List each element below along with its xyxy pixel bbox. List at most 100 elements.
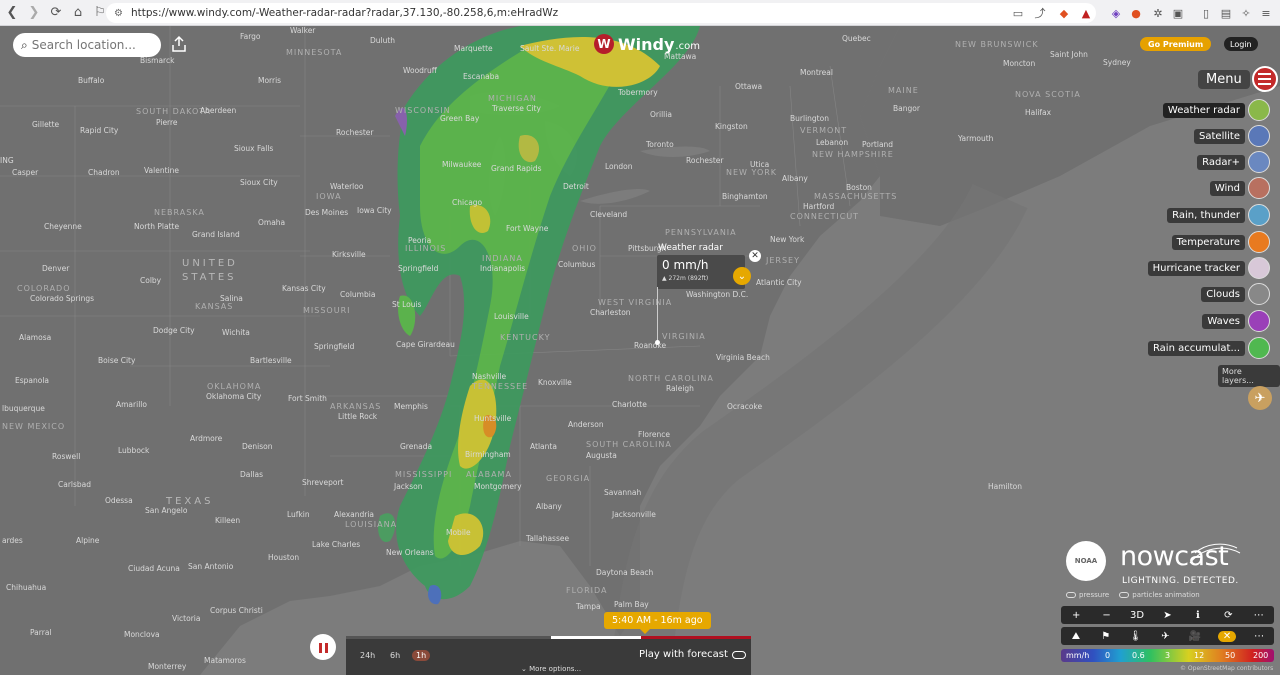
info-icon[interactable]: ℹ bbox=[1191, 610, 1205, 621]
legend-value: 50 bbox=[1225, 651, 1236, 660]
legend-value: 0 bbox=[1105, 651, 1111, 660]
particles-toggle[interactable]: particles animation bbox=[1119, 591, 1200, 599]
locate-icon[interactable]: ➤ bbox=[1160, 610, 1174, 621]
thermometer-icon[interactable]: 🌡 bbox=[1128, 631, 1142, 642]
screenshot-icon[interactable]: ▣ bbox=[1170, 5, 1186, 21]
layer-clouds[interactable]: Clouds bbox=[1201, 283, 1270, 305]
range-1h-button[interactable]: 1h bbox=[412, 650, 431, 661]
url-text[interactable]: https://www.windy.com/-Weather-radar-rad… bbox=[131, 7, 558, 19]
zoom-out-button[interactable]: − bbox=[1100, 610, 1114, 621]
more-options-button[interactable]: ⌄ More options... bbox=[521, 665, 581, 673]
back-icon[interactable]: ❮ bbox=[2, 3, 22, 23]
3d-button[interactable]: 3D bbox=[1130, 610, 1144, 621]
range-6h-button[interactable]: 6h bbox=[386, 650, 404, 661]
menu-label: Menu bbox=[1198, 69, 1250, 89]
layer-satellite[interactable]: Satellite bbox=[1194, 125, 1270, 147]
popup-elevation: ▲ 272m (892ft) bbox=[662, 275, 709, 282]
radar-icon bbox=[1248, 99, 1270, 121]
search-box[interactable]: ⌕ bbox=[13, 33, 161, 57]
play-with-forecast-toggle[interactable]: Play with forecast bbox=[639, 649, 746, 660]
home-icon[interactable]: ⌂ bbox=[68, 3, 88, 23]
temperature-icon bbox=[1248, 231, 1270, 253]
airport-icon[interactable]: ✈ bbox=[1248, 386, 1272, 410]
legend-value: 200 bbox=[1253, 651, 1269, 660]
chevron-down-icon[interactable]: ⌄ bbox=[733, 267, 751, 285]
layer-waves[interactable]: Waves bbox=[1202, 310, 1270, 332]
legend-value: 12 bbox=[1194, 651, 1205, 660]
radar-map[interactable]: Fargo Walker MINNESOTA Duluth Marquette … bbox=[0, 26, 1280, 675]
forward-icon[interactable]: ❯ bbox=[24, 3, 44, 23]
close-icon[interactable]: ✕ bbox=[749, 250, 761, 262]
layer-rain-accumulation[interactable]: Rain accumulat... bbox=[1147, 337, 1270, 359]
more-icon[interactable]: ⋯ bbox=[1252, 631, 1266, 642]
rain-icon bbox=[1248, 204, 1270, 226]
layer-label: Temperature bbox=[1171, 234, 1245, 250]
layer-label: Weather radar bbox=[1162, 102, 1245, 118]
terrain-icon[interactable]: ⛰ bbox=[1069, 631, 1083, 642]
airplane-icon[interactable]: ✈ bbox=[1158, 631, 1172, 642]
radar-popup[interactable]: 0 mm/h ▲ 272m (892ft) ⌄ bbox=[657, 255, 751, 289]
noaa-nowcast-banner[interactable]: NOAA nowcast LIGHTNING. DETECTED. bbox=[1065, 533, 1250, 589]
browser-toolbar: ❮ ❯ ⟳ ⌂ ⚐ ⚙ https://www.windy.com/-Weath… bbox=[0, 0, 1280, 26]
search-icon: ⌕ bbox=[21, 37, 28, 52]
pressure-label: pressure bbox=[1079, 591, 1110, 599]
layer-label: Rain, thunder bbox=[1167, 207, 1245, 223]
layer-hurricane-tracker[interactable]: Hurricane tracker bbox=[1147, 257, 1270, 279]
map-toggles: pressure particles animation bbox=[1066, 591, 1200, 599]
location-marker[interactable] bbox=[655, 340, 660, 345]
popup-value: 0 mm/h bbox=[662, 258, 709, 272]
lightning-toggle-icon[interactable]: ✕ bbox=[1217, 630, 1237, 642]
login-button[interactable]: Login bbox=[1224, 37, 1258, 51]
more-layers-button[interactable]: More layers... bbox=[1218, 365, 1280, 387]
layer-radar-plus[interactable]: Radar+ bbox=[1197, 151, 1270, 173]
layer-wind[interactable]: Wind bbox=[1209, 177, 1270, 199]
extensions-icon[interactable]: ✲ bbox=[1150, 5, 1166, 21]
reload-icon[interactable]: ⟳ bbox=[46, 3, 66, 23]
search-input[interactable] bbox=[31, 38, 142, 52]
refresh-icon[interactable]: ⟳ bbox=[1221, 610, 1235, 621]
sidebar-icon[interactable]: ▯ bbox=[1198, 5, 1214, 21]
layer-temperature[interactable]: Temperature bbox=[1171, 231, 1270, 253]
pressure-toggle[interactable]: pressure bbox=[1066, 591, 1109, 599]
share-icon[interactable]: ⤴ bbox=[1032, 5, 1048, 21]
share-icon[interactable] bbox=[170, 35, 188, 53]
extension-icon[interactable]: ◈ bbox=[1108, 5, 1124, 21]
menu-button[interactable]: Menu bbox=[1198, 66, 1278, 92]
radar-plus-icon bbox=[1248, 151, 1270, 173]
legend-value: 0.6 bbox=[1132, 651, 1145, 660]
layer-label: Rain accumulat... bbox=[1147, 340, 1245, 356]
logo-suffix: .com bbox=[675, 40, 700, 52]
waves-icon bbox=[1248, 310, 1270, 332]
range-24h-button[interactable]: 24h bbox=[356, 650, 379, 661]
layer-label: Hurricane tracker bbox=[1147, 260, 1245, 276]
layer-rain-thunder[interactable]: Rain, thunder bbox=[1167, 204, 1270, 226]
zoom-in-button[interactable]: + bbox=[1069, 610, 1083, 621]
layer-weather-radar[interactable]: Weather radar bbox=[1162, 99, 1270, 121]
timeline-panel[interactable]: 24h 6h 1h Play with forecast ⌄ More opti… bbox=[346, 636, 751, 675]
osm-attribution[interactable]: © OpenStreetMap contributors bbox=[1180, 665, 1273, 672]
hurricane-icon bbox=[1248, 257, 1270, 279]
more-icon[interactable]: ⋯ bbox=[1252, 610, 1266, 621]
wallet-icon[interactable]: ▤ bbox=[1218, 5, 1234, 21]
brave-rewards-icon[interactable]: ▲ bbox=[1078, 5, 1094, 21]
go-premium-button[interactable]: Go Premium bbox=[1140, 37, 1212, 51]
nowcast-title: nowcast bbox=[1120, 541, 1229, 572]
windy-logo-icon: W bbox=[594, 34, 614, 54]
url-bar[interactable]: ⚙ https://www.windy.com/-Weather-radar-r… bbox=[106, 3, 1096, 23]
cast-icon[interactable]: ▭ bbox=[1010, 5, 1026, 21]
timeline-bar[interactable] bbox=[346, 636, 751, 639]
extension-2-icon[interactable]: ● bbox=[1128, 5, 1144, 21]
brave-shield-icon[interactable]: ◆ bbox=[1056, 5, 1072, 21]
layer-label: Radar+ bbox=[1197, 154, 1245, 170]
pause-button[interactable] bbox=[310, 634, 336, 660]
rain-accum-icon bbox=[1248, 337, 1270, 359]
legend-unit: mm/h bbox=[1066, 651, 1090, 660]
webcam-icon[interactable]: 🎥 bbox=[1188, 631, 1202, 642]
leo-icon[interactable]: ✧ bbox=[1238, 5, 1254, 21]
color-legend[interactable]: mm/h 0 0.6 3 12 50 200 bbox=[1061, 649, 1274, 662]
windy-logo[interactable]: W Windy .com bbox=[594, 34, 700, 54]
site-info-icon[interactable]: ⚙ bbox=[114, 8, 123, 19]
flag-icon[interactable]: ⚑ bbox=[1099, 631, 1113, 642]
browser-menu-icon[interactable]: ≡ bbox=[1258, 5, 1274, 21]
map-controls-row2: ⛰ ⚑ 🌡 ✈ 🎥 ✕ ⋯ bbox=[1061, 627, 1274, 645]
